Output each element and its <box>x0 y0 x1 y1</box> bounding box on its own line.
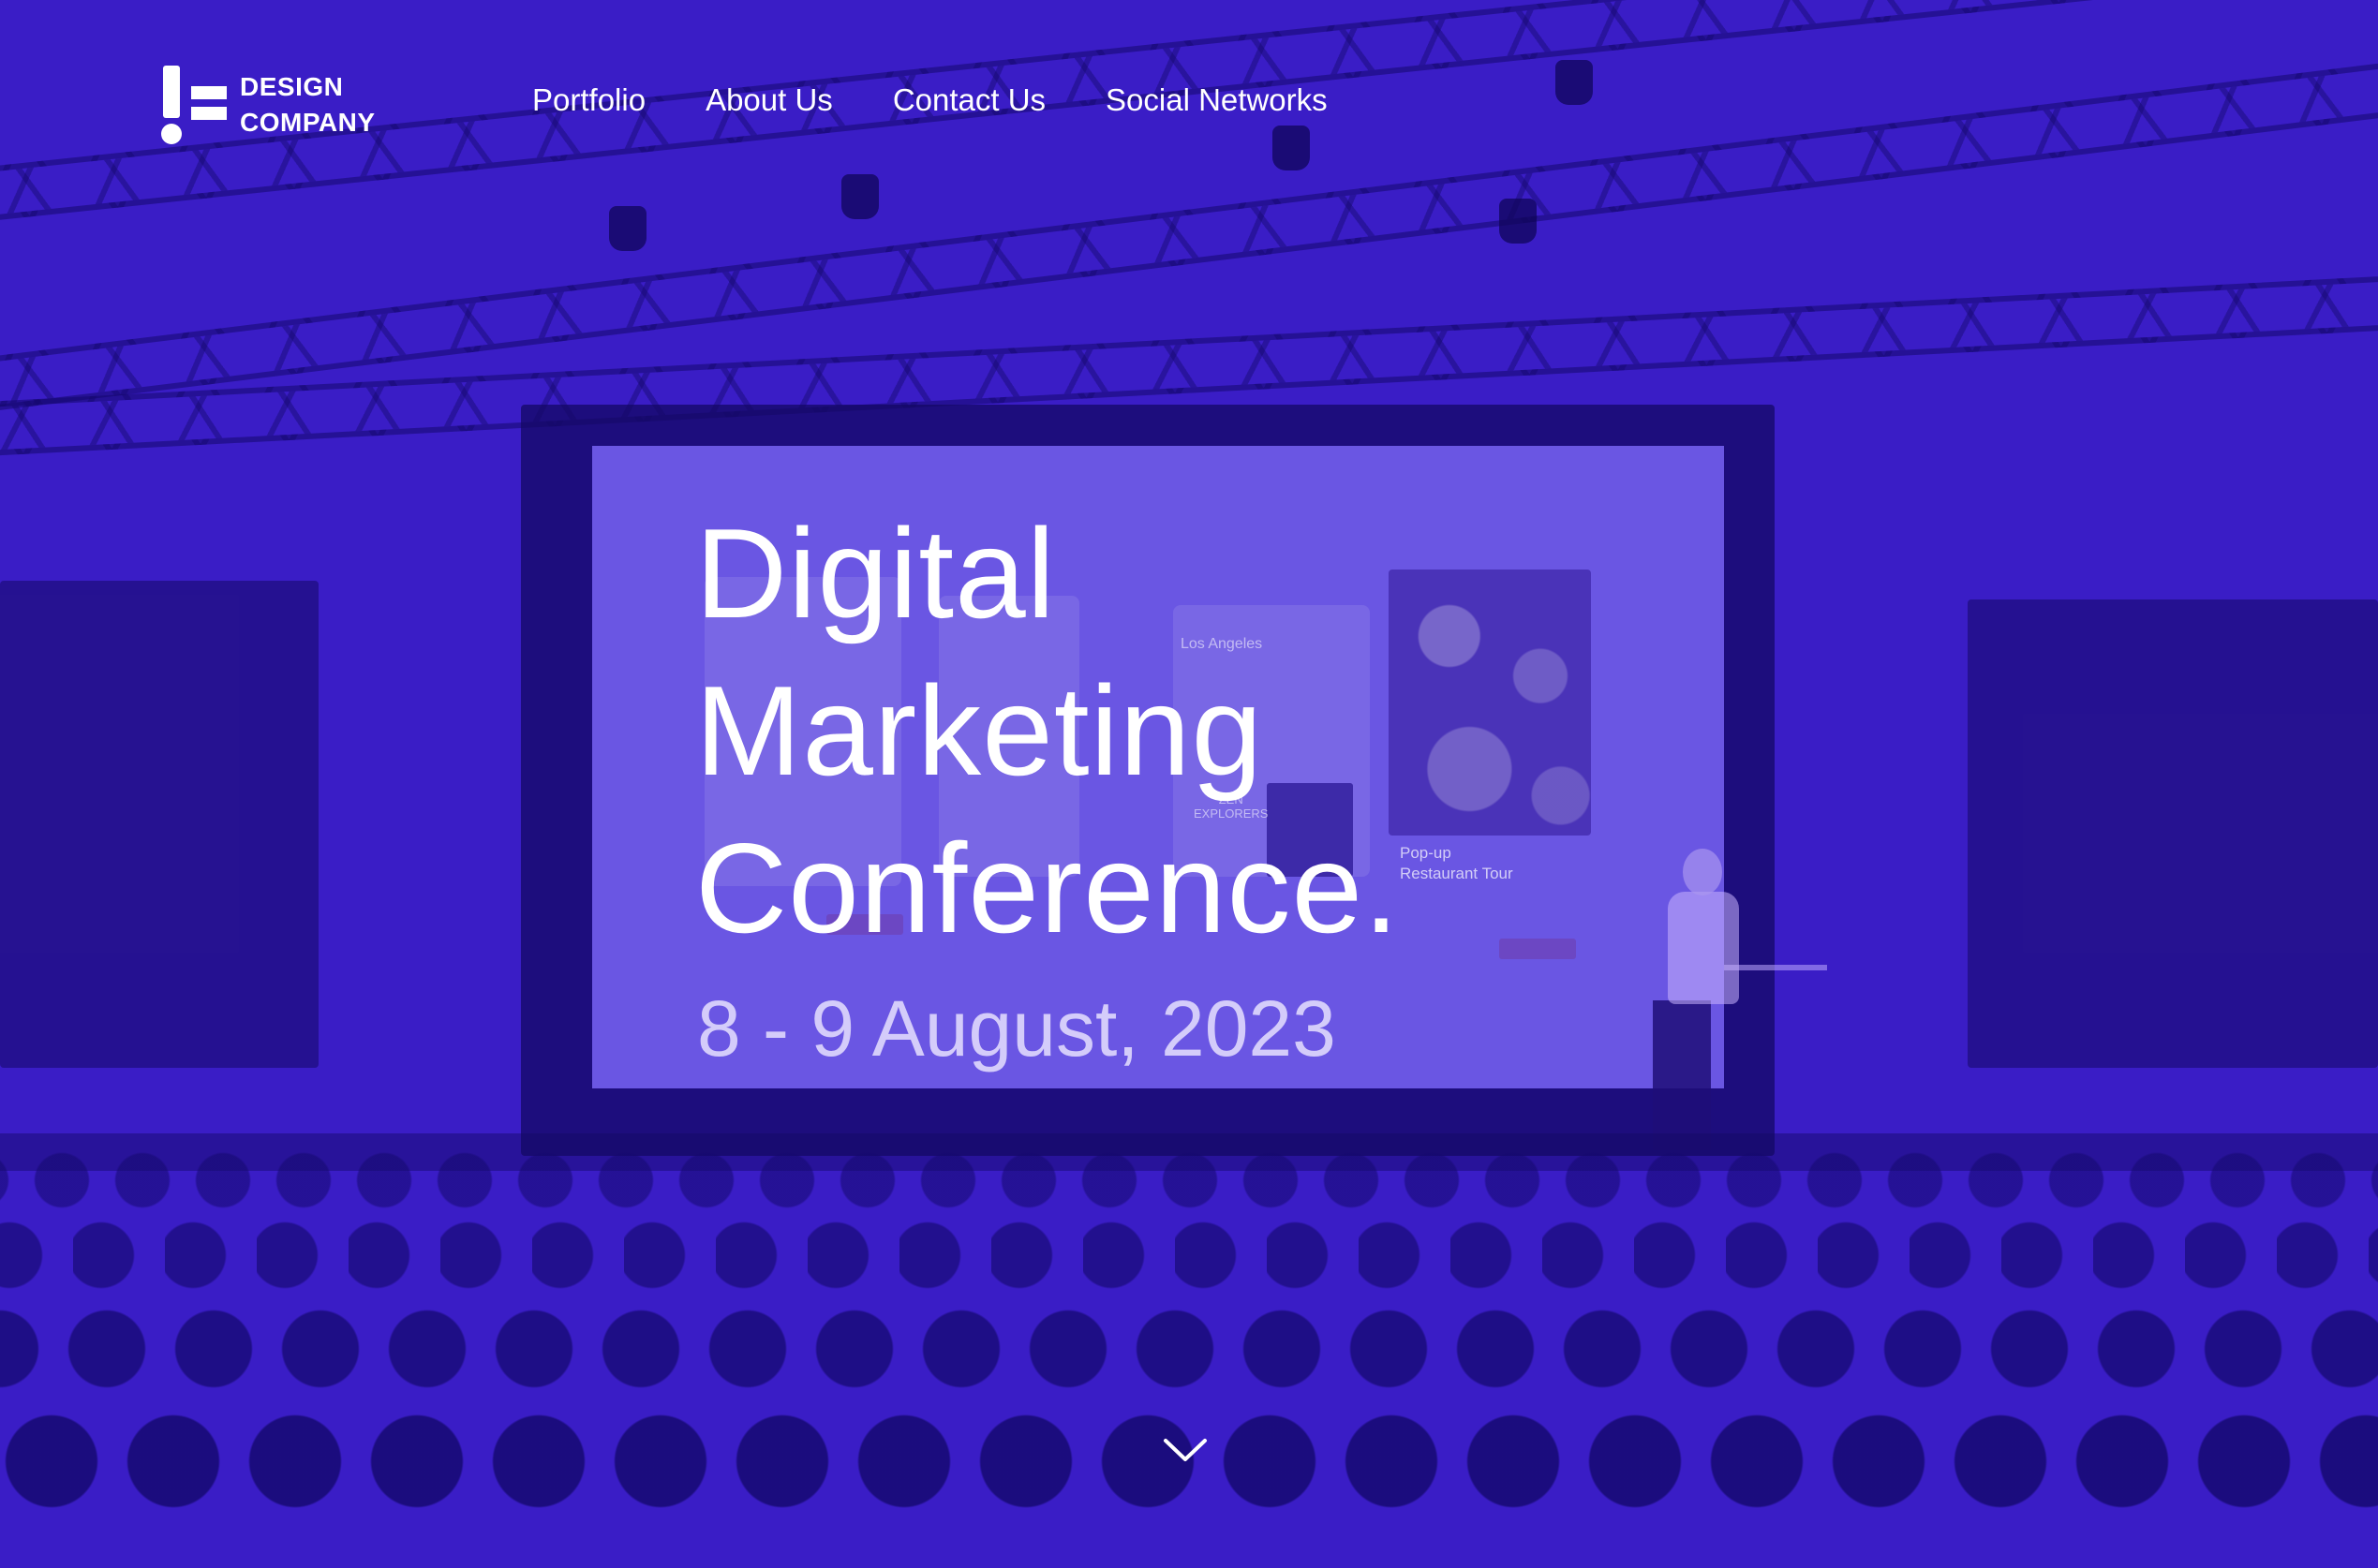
scroll-down-button[interactable] <box>1162 1433 1209 1467</box>
screen-event-line-2: Restaurant Tour <box>1400 865 1513 882</box>
logo-line-2: COMPANY <box>240 108 376 137</box>
audience-row <box>0 1396 2378 1568</box>
presenter <box>1668 892 1739 1004</box>
site-header: DESIGN COMPANY Portfolio About Us Contac… <box>0 0 2378 215</box>
presenter-legs <box>1653 1000 1711 1150</box>
logo-text: DESIGN COMPANY <box>240 69 376 141</box>
chevron-down-icon <box>1164 1439 1207 1461</box>
logo-mark-icon <box>161 66 230 144</box>
nav-link-contact-us[interactable]: Contact Us <box>893 82 1046 118</box>
logo-line-1: DESIGN <box>240 72 344 101</box>
nav-link-social-networks[interactable]: Social Networks <box>1106 82 1328 118</box>
hero-title-line-2: Marketing <box>695 659 1264 802</box>
speaker-stack-right <box>1968 599 2378 1068</box>
nav-link-portfolio[interactable]: Portfolio <box>532 82 646 118</box>
screen-event-line-1: Pop-up <box>1400 844 1451 862</box>
nav-link-about-us[interactable]: About Us <box>706 82 833 118</box>
hero-section: Los Angeles ZEN EXPLORERS Pop-up Restaur… <box>0 0 2378 1568</box>
main-nav: Portfolio About Us Contact Us Social Net… <box>532 82 1328 118</box>
hero-title: Digital Marketing Conference. <box>695 495 1400 967</box>
screen-food-image <box>1389 570 1591 836</box>
screen-event-title: Pop-up Restaurant Tour <box>1400 843 1513 884</box>
event-date: 8 - 9 August, 2023 <box>697 984 1336 1072</box>
presenter-head <box>1683 849 1722 895</box>
podium <box>1724 965 1827 1111</box>
company-logo[interactable]: DESIGN COMPANY <box>161 66 376 144</box>
audience <box>0 1143 2378 1568</box>
hero-title-line-3: Conference. <box>695 817 1400 959</box>
speaker-stack-left <box>0 581 319 1068</box>
hero-title-line-1: Digital <box>695 502 1056 644</box>
screen-button <box>1499 939 1576 959</box>
